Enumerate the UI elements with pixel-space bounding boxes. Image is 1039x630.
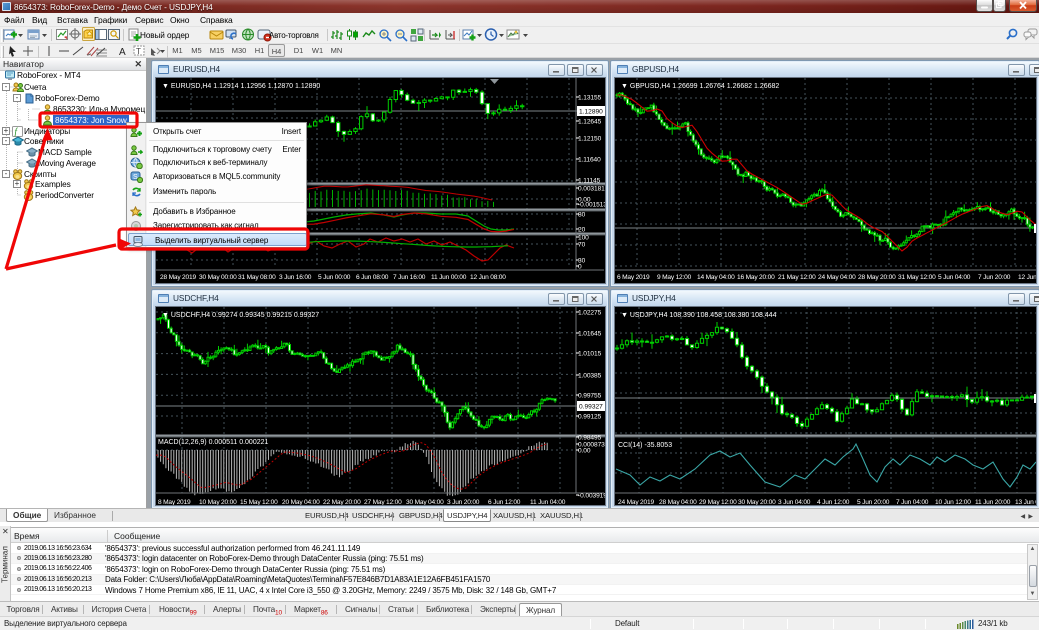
svg-text:CCI(14) -35.8053: CCI(14) -35.8053: [618, 442, 672, 449]
svg-text:3 Jun 16:00: 3 Jun 16:00: [279, 274, 312, 281]
svg-text:T: T: [136, 47, 141, 56]
svg-text:28 May 2019: 28 May 2019: [160, 274, 196, 281]
svg-text:12 Jun 08:00: 12 Jun 08:00: [470, 274, 506, 281]
svg-text:0.99327: 0.99327: [579, 404, 603, 411]
svg-text:6 Jun 08:00: 6 Jun 08:00: [356, 274, 389, 281]
svg-text:100: 100: [578, 235, 589, 242]
svg-text:0.00: 0.00: [578, 448, 591, 455]
svg-text:20: 20: [578, 227, 586, 234]
svg-text:8 May 2019: 8 May 2019: [158, 499, 191, 506]
svg-text:11 Jun 00:00: 11 Jun 00:00: [431, 274, 467, 281]
svg-text:0.003181: 0.003181: [578, 186, 605, 193]
svg-text:13 Jun 04:: 13 Jun 04:: [1015, 499, 1037, 506]
svg-text:28 May 04:00: 28 May 04:00: [659, 499, 697, 506]
svg-text:9 May 12:00: 9 May 12:00: [657, 274, 692, 281]
svg-text:1.11145: 1.11145: [578, 178, 601, 185]
svg-text:-0.001513: -0.001513: [578, 202, 606, 209]
svg-text:1.01015: 1.01015: [578, 351, 602, 358]
svg-text:28 May 20:00: 28 May 20:00: [858, 274, 896, 281]
svg-text:24 May 04:00: 24 May 04:00: [818, 274, 856, 281]
svg-text:21 May 12:00: 21 May 12:00: [778, 274, 816, 281]
svg-text:0.99125: 0.99125: [578, 414, 602, 421]
svg-text:31 May 12:00: 31 May 12:00: [898, 274, 936, 281]
svg-text:12 Jun 12:: 12 Jun 12:: [1018, 274, 1037, 281]
svg-text:24 May 2019: 24 May 2019: [618, 499, 654, 506]
svg-text:A: A: [119, 47, 126, 57]
svg-text:5 Jun 00:00: 5 Jun 00:00: [318, 274, 351, 281]
svg-text:14 May 04:00: 14 May 04:00: [697, 274, 735, 281]
svg-text:7 Jun 04:00: 7 Jun 04:00: [896, 499, 929, 506]
svg-text:1.02275: 1.02275: [578, 310, 602, 317]
svg-text:30 May 20:00: 30 May 20:00: [738, 499, 776, 506]
svg-text:▼ USDCHF,H4 0.99274 0.99345 0.: ▼ USDCHF,H4 0.99274 0.99345 0.99215 0.99…: [162, 312, 319, 319]
svg-text:11 Jun 20:00: 11 Jun 20:00: [975, 499, 1011, 506]
svg-text:0: 0: [578, 264, 582, 271]
svg-text:1.11640: 1.11640: [578, 157, 601, 164]
svg-text:29 May 12:00: 29 May 12:00: [699, 499, 737, 506]
svg-text:10 Jun 12:00: 10 Jun 12:00: [935, 499, 971, 506]
svg-text:6 Jun 12:00: 6 Jun 12:00: [488, 499, 521, 506]
svg-text:-0.003919: -0.003919: [578, 493, 606, 500]
svg-text:7 Jun 20:00: 7 Jun 20:00: [978, 274, 1011, 281]
svg-text:7 Jun 16:00: 7 Jun 16:00: [393, 274, 426, 281]
svg-text:1.01645: 1.01645: [578, 331, 602, 338]
svg-text:10 May 20:00: 10 May 20:00: [199, 499, 237, 506]
svg-text:5 Jun 04:00: 5 Jun 04:00: [938, 274, 971, 281]
svg-text:6 May 2019: 6 May 2019: [617, 274, 650, 281]
svg-text:80: 80: [578, 212, 586, 219]
svg-text:1.12890: 1.12890: [579, 109, 603, 116]
svg-text:▼ GBPUSD,H4 1.26699 1.26764 1.: ▼ GBPUSD,H4 1.26699 1.26764 1.26682 1.26…: [621, 83, 779, 90]
svg-text:▼ USDJPY,H4 108.390 108.458 10: ▼ USDJPY,H4 108.390 108.458 108.380 108.…: [621, 312, 777, 319]
svg-text:▼ EURUSD,H4 1.12914 1.12956 1.: ▼ EURUSD,H4 1.12914 1.12956 1.12870 1.12…: [162, 83, 320, 90]
svg-text:1.00385: 1.00385: [578, 373, 602, 380]
svg-text:31 May 08:00: 31 May 08:00: [238, 274, 276, 281]
svg-text:3 Jun 04:00: 3 Jun 04:00: [778, 499, 811, 506]
svg-text:MACD(12,26,9) 0.000511 0.00022: MACD(12,26,9) 0.000511 0.000221: [158, 439, 268, 446]
svg-text:30 May 04:00: 30 May 04:00: [406, 499, 444, 506]
svg-text:1.12645: 1.12645: [578, 119, 602, 126]
svg-text:0.98495: 0.98495: [578, 435, 602, 442]
svg-text:30 May 00:00: 30 May 00:00: [199, 274, 237, 281]
svg-text:11 Jun 04:00: 11 Jun 04:00: [530, 499, 566, 506]
svg-text:22 May 20:00: 22 May 20:00: [323, 499, 361, 506]
svg-text:3 Jun 20:00: 3 Jun 20:00: [447, 499, 480, 506]
svg-text:16 May 20:00: 16 May 20:00: [737, 274, 775, 281]
svg-text:15 May 12:00: 15 May 12:00: [240, 499, 278, 506]
svg-text:70: 70: [578, 242, 586, 249]
svg-text:4 Jun 12:00: 4 Jun 12:00: [817, 499, 850, 506]
svg-text:1.12150: 1.12150: [578, 136, 602, 143]
svg-text:5 Jun 20:00: 5 Jun 20:00: [857, 499, 890, 506]
svg-text:20 May 04:00: 20 May 04:00: [282, 499, 320, 506]
svg-text:0.99755: 0.99755: [578, 393, 602, 400]
svg-text:27 May 12:00: 27 May 12:00: [364, 499, 402, 506]
svg-text:1.13155: 1.13155: [578, 95, 602, 102]
